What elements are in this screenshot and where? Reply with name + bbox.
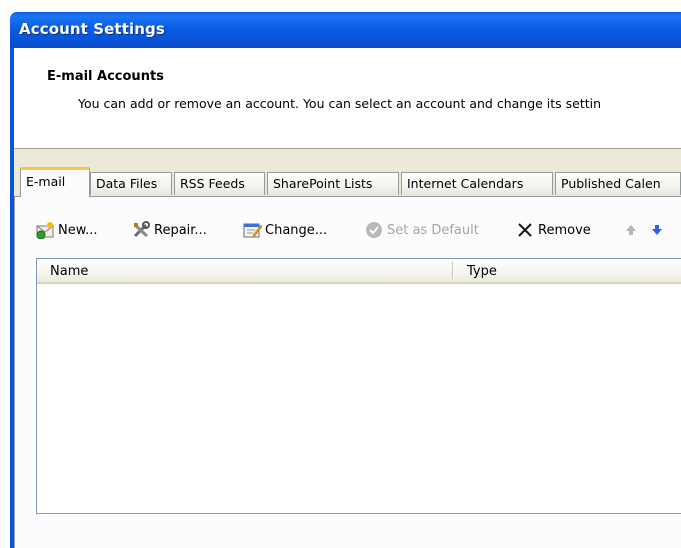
tab-label: Data Files [96, 176, 158, 191]
tab-strip: E-mail Data Files RSS Feeds SharePoint L… [14, 165, 681, 197]
column-header-type[interactable]: Type [467, 264, 497, 279]
check-icon [365, 221, 383, 239]
tab-email[interactable]: E-mail [20, 167, 90, 197]
move-up-button[interactable] [624, 219, 646, 241]
new-label: New... [58, 222, 98, 238]
title-bar[interactable]: Account Settings [10, 12, 681, 48]
repair-tools-icon [132, 221, 150, 239]
change-settings-icon [243, 221, 263, 239]
dialog-header: E-mail Accounts You can add or remove an… [14, 48, 681, 149]
tab-sharepoint-lists[interactable]: SharePoint Lists [267, 172, 399, 195]
remove-x-icon [516, 221, 534, 239]
tab-label: Published Calen [561, 176, 661, 191]
move-down-arrow-icon [650, 221, 668, 239]
new-button[interactable]: New... [36, 219, 98, 241]
remove-label: Remove [538, 222, 591, 238]
tab-label: Internet Calendars [407, 176, 524, 191]
tab-data-files[interactable]: Data Files [90, 172, 172, 195]
tab-published-calendars[interactable]: Published Calen [555, 172, 681, 195]
header-description: You can add or remove an account. You ca… [78, 96, 602, 111]
move-down-button[interactable] [650, 219, 672, 241]
repair-label: Repair... [154, 222, 207, 238]
set-as-default-label: Set as Default [387, 222, 479, 238]
remove-button[interactable]: Remove [516, 219, 591, 241]
tab-label: E-mail [26, 174, 66, 189]
tab-rss-feeds[interactable]: RSS Feeds [174, 172, 265, 195]
repair-button[interactable]: Repair... [132, 219, 207, 241]
change-label: Change... [265, 222, 328, 238]
set-as-default-button[interactable]: Set as Default [365, 219, 479, 241]
list-header: Name Type [37, 259, 681, 284]
change-button[interactable]: Change... [243, 219, 327, 241]
column-header-name[interactable]: Name [50, 264, 88, 279]
accounts-list[interactable]: Name Type [36, 258, 681, 514]
new-mail-icon [36, 221, 54, 240]
column-divider[interactable] [452, 262, 453, 279]
window-title: Account Settings [19, 20, 165, 38]
tab-label: RSS Feeds [180, 176, 245, 191]
tab-internet-calendars[interactable]: Internet Calendars [401, 172, 553, 195]
move-up-arrow-icon [624, 221, 642, 239]
tab-label: SharePoint Lists [273, 176, 373, 191]
header-title: E-mail Accounts [47, 69, 164, 84]
